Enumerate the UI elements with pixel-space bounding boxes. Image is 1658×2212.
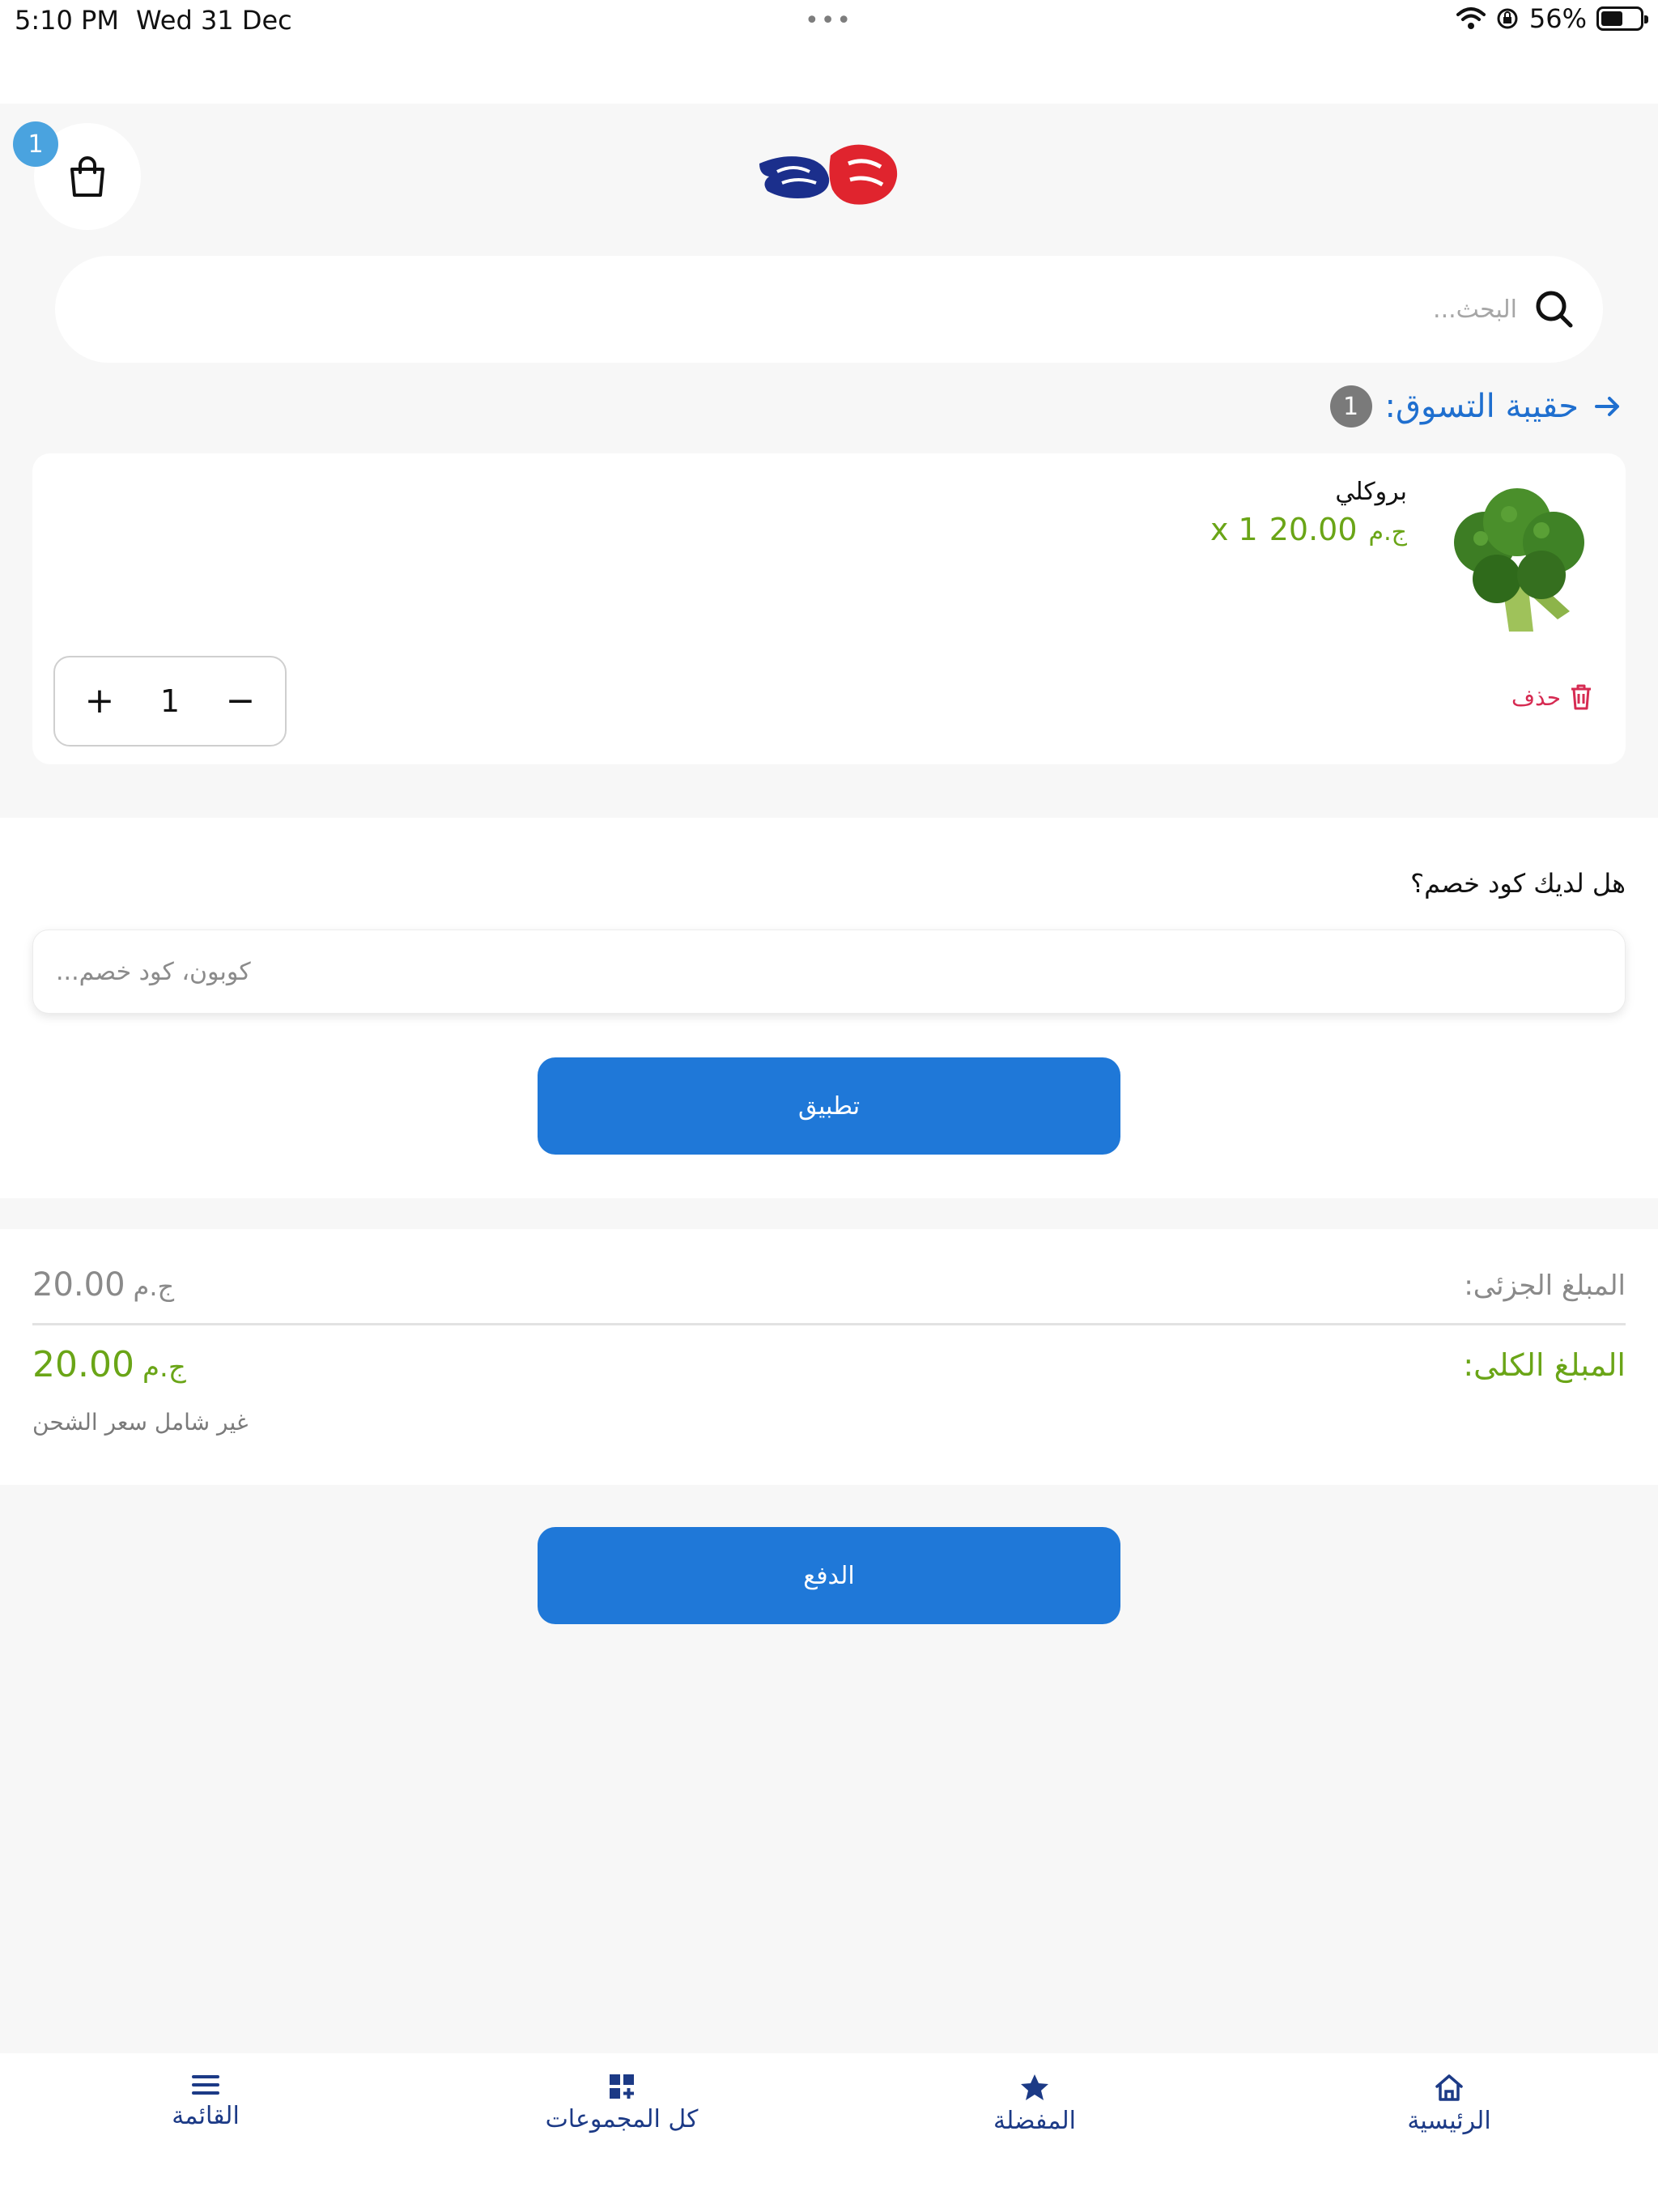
total-amount: 20.00 xyxy=(32,1344,134,1385)
status-right: 56% xyxy=(1456,3,1648,34)
quantity-value: 1 xyxy=(159,683,181,719)
coupon-question: هل لديك كود خصم؟ xyxy=(1410,868,1626,899)
battery-icon xyxy=(1596,6,1648,31)
search-input[interactable] xyxy=(141,295,1517,324)
nav-collections[interactable]: كل المجموعات xyxy=(517,2073,727,2133)
product-name: بروكلي xyxy=(1335,478,1407,506)
battery-level xyxy=(1601,11,1622,26)
shipping-note: غير شامل سعر الشحن xyxy=(32,1409,249,1436)
cart-title-row: حقيبة التسوق: 1 xyxy=(1329,385,1625,428)
arrow-right-icon[interactable] xyxy=(1592,390,1624,423)
cart-title: حقيبة التسوق: xyxy=(1384,388,1579,425)
subtotal-label: المبلغ الجزئى: xyxy=(1464,1270,1626,1302)
decrease-button[interactable]: − xyxy=(212,683,269,719)
product-price: 20.00 xyxy=(1269,512,1358,547)
store-logo xyxy=(759,144,898,205)
subtotal-amount: 20.00 xyxy=(32,1266,125,1304)
star-icon xyxy=(1021,2074,1048,2100)
quantity-stepper: + 1 − xyxy=(53,656,287,747)
multitasking-dots[interactable]: ••• xyxy=(805,6,852,35)
coupon-field[interactable] xyxy=(32,929,1626,1014)
status-date: Wed 31 Dec xyxy=(136,5,292,36)
totals-section xyxy=(0,1229,1658,1485)
subtotal-value: 20.00 ج.م xyxy=(32,1266,174,1304)
grid-plus-icon xyxy=(610,2074,634,2099)
status-time: 5:10 PM xyxy=(15,5,119,36)
delete-label: حذف xyxy=(1511,683,1561,711)
nav-home-label: الرئيسية xyxy=(1407,2107,1491,2135)
delete-button[interactable]: حذف xyxy=(1511,683,1593,711)
increase-button[interactable]: + xyxy=(71,683,128,719)
product-price-line: ج.م 20.00 1 x xyxy=(1210,512,1407,547)
trash-icon xyxy=(1571,684,1591,710)
nav-collections-label: كل المجموعات xyxy=(545,2105,699,2133)
coupon-input[interactable] xyxy=(33,957,1625,986)
orientation-lock-icon xyxy=(1497,8,1518,29)
pay-button[interactable]: الدفع xyxy=(538,1527,1120,1624)
broccoli-image xyxy=(1454,488,1584,632)
price-currency: ج.م xyxy=(1368,518,1407,547)
wifi-icon xyxy=(1456,7,1486,29)
apply-coupon-button[interactable]: تطبيق xyxy=(538,1057,1120,1155)
shopping-bag-icon xyxy=(70,156,104,197)
battery-percent: 56% xyxy=(1528,3,1587,34)
nav-home[interactable]: الرئيسية xyxy=(1344,2073,1554,2135)
total-currency: ج.م xyxy=(142,1351,186,1384)
search-bar[interactable] xyxy=(55,256,1603,363)
total-value: 20.00 ج.م xyxy=(32,1344,186,1385)
nav-menu-label: القائمة xyxy=(172,2102,240,2130)
cart-item-count: 1 xyxy=(1329,385,1372,428)
menu-icon xyxy=(192,2075,219,2095)
search-icon[interactable] xyxy=(1533,288,1575,330)
nav-favorites[interactable]: المفضلة xyxy=(929,2073,1140,2135)
subtotal-currency: ج.م xyxy=(133,1271,175,1302)
cart-badge: 1 xyxy=(13,121,58,167)
total-label: المبلغ الكلى: xyxy=(1463,1347,1626,1383)
home-icon xyxy=(1435,2074,1463,2101)
nav-favorites-label: المفضلة xyxy=(993,2107,1077,2135)
totals-divider xyxy=(32,1323,1626,1325)
nav-menu[interactable]: القائمة xyxy=(100,2073,311,2130)
product-qty-label: 1 x xyxy=(1209,512,1258,547)
